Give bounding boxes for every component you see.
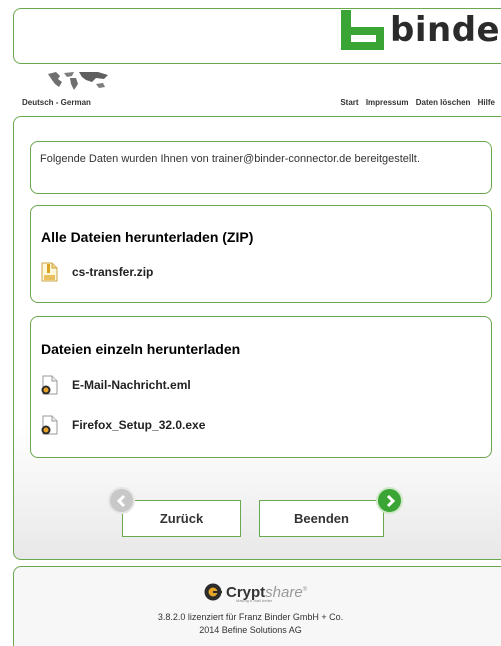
zip-download-section: Alle Dateien herunterladen (ZIP) cs-tran…	[30, 205, 492, 303]
document-icon	[41, 375, 58, 395]
file-row-zip[interactable]: cs-transfer.zip	[41, 262, 153, 282]
back-arrow-icon[interactable]	[108, 487, 135, 514]
finish-button[interactable]: Beenden	[259, 500, 384, 537]
file-row-exe[interactable]: Firefox_Setup_32.0.exe	[41, 415, 205, 435]
document-icon	[41, 415, 58, 435]
file-name[interactable]: Firefox_Setup_32.0.exe	[72, 418, 205, 432]
file-name[interactable]: E-Mail-Nachricht.eml	[72, 378, 191, 392]
license-text: 3.8.2.0 lizenziert für Franz Binder GmbH…	[157, 612, 344, 622]
copyright-text: 2014 Befine Solutions AG	[199, 625, 302, 635]
trademark-symbol: ®	[302, 586, 308, 593]
cryptshare-logo-icon	[204, 583, 222, 601]
cryptshare-tagline: Making e-mail better	[236, 598, 273, 603]
nav-delete-data[interactable]: Daten löschen	[416, 98, 471, 107]
nav-start[interactable]: Start	[340, 98, 358, 107]
file-row-eml[interactable]: E-Mail-Nachricht.eml	[41, 375, 191, 395]
info-text: Folgende Daten wurden Ihnen von trainer@…	[40, 153, 420, 165]
language-label[interactable]: Deutsch - German	[22, 98, 91, 107]
file-name[interactable]: cs-transfer.zip	[72, 265, 153, 279]
single-download-section: Dateien einzeln herunterladen E-Mail-Nac…	[30, 316, 492, 458]
world-map-icon[interactable]	[46, 70, 112, 92]
finish-button-label: Beenden	[294, 511, 349, 526]
nav-impressum[interactable]: Impressum	[366, 98, 409, 107]
zip-file-icon	[41, 262, 58, 282]
brand-name: binder	[390, 10, 501, 50]
back-button-label: Zurück	[159, 511, 204, 526]
single-section-title: Dateien einzeln herunterladen	[41, 341, 241, 357]
binder-logo-mark	[341, 10, 384, 50]
forward-arrow-icon[interactable]	[376, 487, 403, 514]
nav-help[interactable]: Hilfe	[478, 98, 495, 107]
zip-section-title: Alle Dateien herunterladen (ZIP)	[41, 229, 254, 245]
info-message: Folgende Daten wurden Ihnen von trainer@…	[30, 141, 492, 194]
top-navigation: Start Impressum Daten löschen Hilfe	[335, 98, 495, 107]
back-button[interactable]: Zurück	[122, 500, 241, 537]
binder-logo: binder	[341, 10, 501, 50]
